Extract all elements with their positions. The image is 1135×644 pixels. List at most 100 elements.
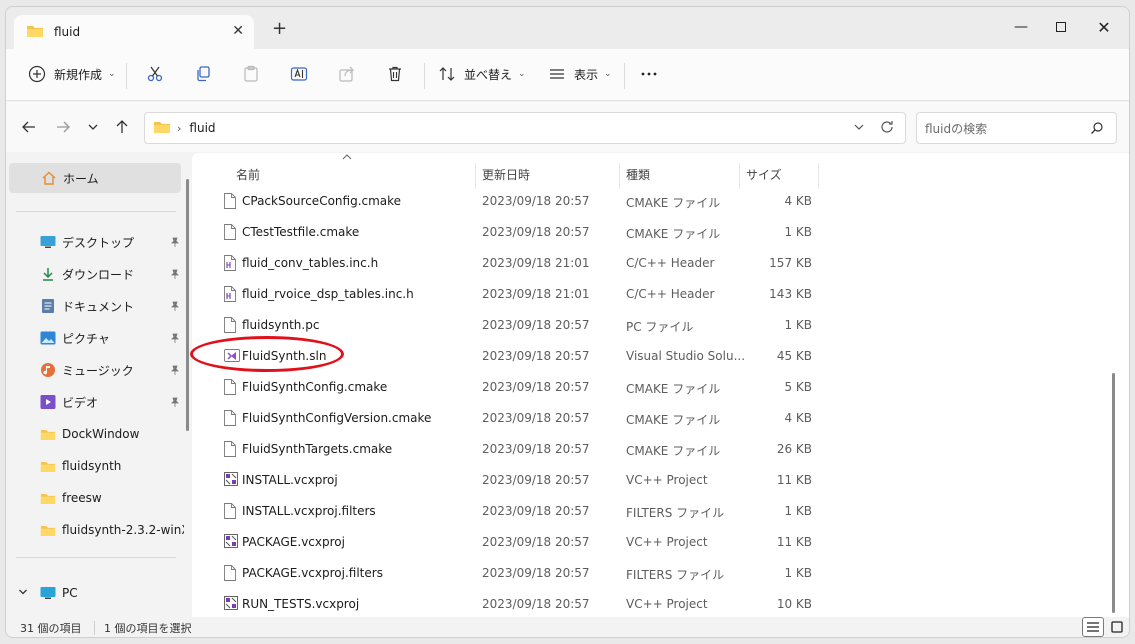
sidebar-item-music[interactable]: ミュージック <box>6 355 184 385</box>
sidebar-item-videos[interactable]: ビデオ <box>6 387 184 417</box>
refresh-icon[interactable] <box>879 119 895 139</box>
table-row[interactable]: FluidSynthTargets.cmake 2023/09/18 20:57 C… <box>192 435 1092 466</box>
table-row[interactable]: CPackSourceConfig.cmake 2023/09/18 20:57 C… <box>192 187 1092 218</box>
sidebar-item-label: freesw <box>62 491 102 505</box>
folder-icon <box>40 458 56 474</box>
file-icon <box>224 224 236 240</box>
sidebar-item-folder[interactable]: fluidsynth <box>6 451 184 481</box>
scissors-icon <box>144 63 166 85</box>
sidebar-item-pictures[interactable]: ピクチャ <box>6 323 184 353</box>
view-list-icon <box>546 63 568 85</box>
file-date: 2023/09/18 20:57 <box>482 473 590 487</box>
table-row[interactable]: INSTALL.vcxproj.filters 2023/09/18 20:57 F… <box>192 497 1092 528</box>
chevron-right-icon: › <box>177 121 182 135</box>
back-button[interactable] <box>18 116 40 138</box>
maximize-button[interactable] <box>1041 13 1081 41</box>
table-row[interactable]: FluidSynthConfig.cmake 2023/09/18 20:57 CM… <box>192 373 1092 404</box>
file-size: 26 KB <box>776 442 812 456</box>
file-date: 2023/09/18 20:57 <box>482 411 590 425</box>
column-divider[interactable] <box>739 163 740 189</box>
table-row[interactable]: INSTALL.vcxproj 2023/09/18 20:57 VC++ Proj… <box>192 466 1092 497</box>
new-tab-icon[interactable]: + <box>272 20 287 38</box>
table-row[interactable]: FluidSynthConfigVersion.cmake 2023/09/18 … <box>192 404 1092 435</box>
file-date: 2023/09/18 20:57 <box>482 597 590 611</box>
pc-icon <box>40 585 56 601</box>
status-bar: 31 個の項目 1 個の項目を選択 <box>6 617 1129 637</box>
file-list-scrollbar[interactable] <box>1112 373 1115 613</box>
view-label: 表示 <box>574 67 599 82</box>
tab-fluid[interactable]: fluid ✕ <box>14 15 254 49</box>
sort-button[interactable]: 並べ替え ⌄ <box>436 61 526 87</box>
file-type: Visual Studio Solu... <box>626 349 746 363</box>
pin-icon[interactable] <box>170 332 180 343</box>
file-icon <box>224 503 236 519</box>
documents-icon <box>40 298 56 314</box>
table-row[interactable]: CTestTestfile.cmake 2023/09/18 20:57 CMAKE… <box>192 218 1092 249</box>
view-button[interactable]: 表示 ⌄ <box>546 61 612 87</box>
column-divider[interactable] <box>475 163 476 189</box>
sidebar-item-folder[interactable]: freesw <box>6 483 184 513</box>
pin-icon[interactable] <box>170 396 180 407</box>
delete-button[interactable] <box>384 61 406 87</box>
share-icon <box>336 63 358 85</box>
column-header-type[interactable]: 種類 <box>626 161 650 187</box>
pin-icon[interactable] <box>170 364 180 375</box>
address-bar[interactable]: › fluid <box>144 112 906 144</box>
up-button[interactable] <box>111 116 133 138</box>
new-button[interactable]: 新規作成 ⌄ <box>26 61 116 87</box>
table-row[interactable]: PACKAGE.vcxproj.filters 2023/09/18 20:57 F… <box>192 559 1092 590</box>
sidebar-item-pc[interactable]: PC <box>6 578 184 608</box>
file-type: CMAKE ファイル <box>626 227 721 241</box>
column-divider[interactable] <box>818 163 819 189</box>
pin-icon[interactable] <box>170 268 180 279</box>
file-icon <box>224 193 236 209</box>
paste-icon <box>240 63 262 85</box>
table-row[interactable]: RUN_TESTS.vcxproj 2023/09/18 20:57 VC++ Pr… <box>192 590 1092 617</box>
share-button[interactable] <box>336 61 358 87</box>
address-dropdown-icon[interactable] <box>853 121 865 136</box>
close-tab-icon[interactable]: ✕ <box>232 23 244 39</box>
search-input[interactable]: fluidの検索 <box>916 112 1117 144</box>
table-row[interactable]: fluidsynth.pc 2023/09/18 20:57 PC ファイル 1 KB <box>192 311 1092 342</box>
column-header-size[interactable]: サイズ <box>746 161 782 187</box>
paste-button[interactable] <box>240 61 262 87</box>
file-size: 5 KB <box>784 380 812 394</box>
file-size: 11 KB <box>776 473 812 487</box>
column-header-date[interactable]: 更新日時 <box>482 161 530 187</box>
sidebar-item-label: ミュージック <box>62 363 134 378</box>
table-row[interactable]: PACKAGE.vcxproj 2023/09/18 20:57 VC++ Proj… <box>192 528 1092 559</box>
forward-button[interactable] <box>52 116 74 138</box>
sidebar-item-home[interactable]: ホーム <box>9 163 181 193</box>
pin-icon[interactable] <box>170 236 180 247</box>
sidebar-item-desktop[interactable]: デスクトップ <box>6 227 184 257</box>
folder-icon <box>153 120 171 137</box>
tiles-view-button[interactable] <box>1106 617 1128 637</box>
close-window-button[interactable]: ✕ <box>1084 13 1124 41</box>
rename-button[interactable] <box>288 61 310 87</box>
minimize-button[interactable]: — <box>1001 13 1041 41</box>
sidebar-scrollbar[interactable] <box>186 179 189 431</box>
sidebar-item-documents[interactable]: ドキュメント <box>6 291 184 321</box>
navigation-pane: ホーム デスクトップ ダウンロード ドキュメント ピクチャ ミュージック ビデオ… <box>6 153 192 617</box>
pin-icon[interactable] <box>170 300 180 311</box>
copy-button[interactable] <box>192 61 214 87</box>
sidebar-item-folder[interactable]: fluidsynth-2.3.2-winXP <box>6 515 184 545</box>
sidebar-item-downloads[interactable]: ダウンロード <box>6 259 184 289</box>
table-row[interactable]: fluid_conv_tables.inc.h 2023/09/18 21:01 C… <box>192 249 1092 280</box>
tiles-view-icon <box>1111 621 1123 633</box>
sidebar-item-folder[interactable]: DockWindow <box>6 419 184 449</box>
column-divider[interactable] <box>619 163 620 189</box>
column-header-name[interactable]: 名前 <box>236 161 260 187</box>
recent-locations-button[interactable] <box>82 116 104 138</box>
more-options-button[interactable] <box>638 61 660 87</box>
breadcrumb-fluid[interactable]: fluid <box>189 121 215 135</box>
desktop-icon <box>40 234 56 250</box>
home-icon <box>41 170 57 186</box>
table-row[interactable]: fluid_rvoice_dsp_tables.inc.h 2023/09/18 … <box>192 280 1092 311</box>
details-view-button[interactable] <box>1082 617 1104 637</box>
file-icon <box>224 596 238 612</box>
toolbar-divider <box>424 63 425 89</box>
music-icon <box>40 362 56 378</box>
cut-button[interactable] <box>144 61 166 87</box>
sidebar-item-label: PC <box>62 586 78 600</box>
